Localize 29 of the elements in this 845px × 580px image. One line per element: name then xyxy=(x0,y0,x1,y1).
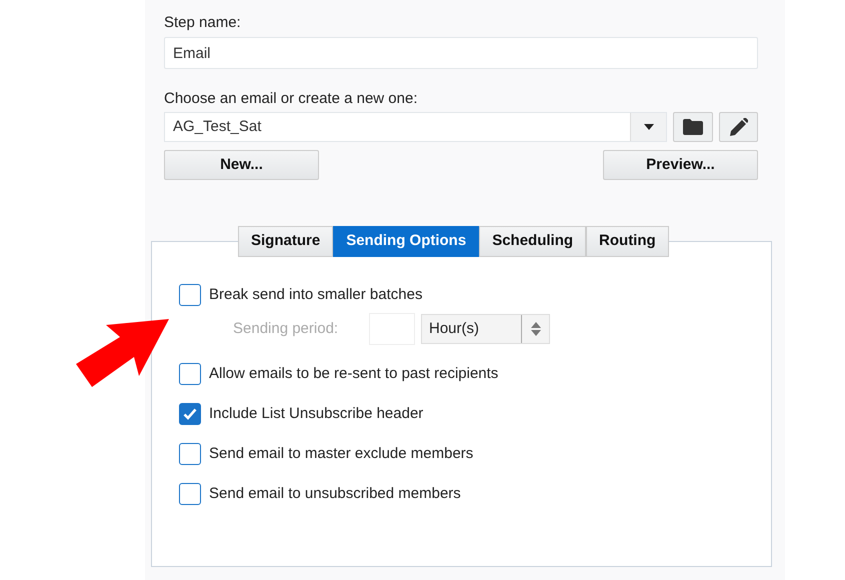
option-label: Send email to unsubscribed members xyxy=(209,484,461,504)
checkbox[interactable] xyxy=(179,363,201,385)
option-label: Allow emails to be re-sent to past recipients xyxy=(209,364,498,384)
caret-icon xyxy=(644,124,654,130)
email-dropdown[interactable]: AG_Test_Sat xyxy=(164,112,667,142)
checkmark-icon xyxy=(183,408,197,420)
tab[interactable]: Sending Options xyxy=(333,226,480,257)
tab[interactable]: Routing xyxy=(586,226,669,257)
checkbox[interactable] xyxy=(179,284,201,306)
folder-icon xyxy=(683,119,703,135)
option-label: Sending period: xyxy=(233,318,340,339)
option-label: Send email to master exclude members xyxy=(209,444,474,464)
pencil-icon xyxy=(730,118,748,136)
edit-button[interactable] xyxy=(719,112,758,142)
tab[interactable]: Signature xyxy=(238,226,334,257)
tab[interactable]: Scheduling xyxy=(479,226,586,257)
checkbox[interactable] xyxy=(179,483,201,505)
preview-button[interactable]: Preview... xyxy=(603,150,758,180)
option-label: Include List Unsubscribe header xyxy=(209,404,424,424)
field-label: Step name: xyxy=(164,13,242,32)
step-name-field[interactable]: Email xyxy=(164,37,758,69)
folder-button[interactable] xyxy=(673,112,713,142)
stepper-icon xyxy=(530,321,540,337)
field-label: Choose an email or create a new one: xyxy=(164,89,418,108)
arrow-icon xyxy=(76,319,170,389)
checkbox[interactable] xyxy=(179,403,201,425)
new-button[interactable]: New... xyxy=(164,150,319,180)
checkbox[interactable] xyxy=(179,443,201,465)
option-label: Break send into smaller batches xyxy=(209,284,422,305)
